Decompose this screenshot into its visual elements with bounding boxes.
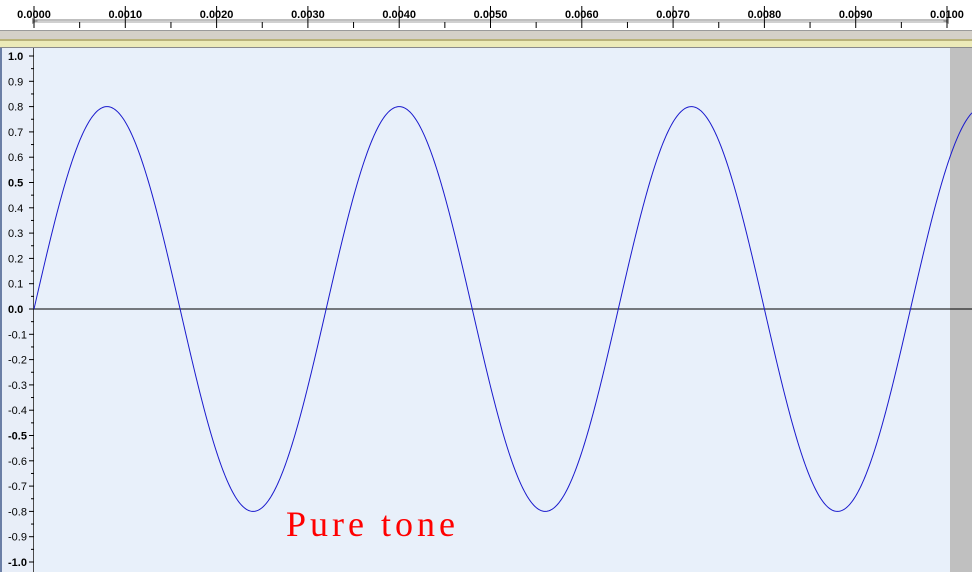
amplitude-tick-label: -0.9	[8, 532, 27, 544]
timeline-tick-label: 0.0100	[930, 9, 964, 21]
timeline-tick-label: 0.0080	[748, 9, 782, 21]
amplitude-tick-label: 0.9	[8, 76, 23, 88]
amplitude-tick-label: 1.0	[8, 51, 23, 63]
amplitude-tick-label: 0.7	[8, 127, 23, 139]
amplitude-tick-label: -0.2	[8, 355, 27, 367]
timeline-tick-label: 0.0010	[108, 9, 142, 21]
amplitude-tick-label: 0.3	[8, 228, 23, 240]
audio-editor: 0.0000 0.0010 0.0020 0.0030 0.0040 0.0050 0.00…	[0, 0, 972, 572]
pure-tone-annotation: Pure tone	[286, 504, 459, 544]
toolbar-gap	[0, 31, 972, 39]
amplitude-tick-label: -0.4	[8, 405, 27, 417]
timeline-tick-label: 0.0020	[200, 9, 234, 21]
amplitude-tick-label: -0.6	[8, 456, 27, 468]
amplitude-tick-label: -0.5	[8, 431, 27, 443]
amplitude-tick-label: 0.1	[8, 279, 23, 291]
timeline-tick-label: 0.0000	[17, 9, 51, 21]
timeline-tick-label: 0.0090	[839, 9, 873, 21]
timeline-tick-label: 0.0060	[565, 9, 599, 21]
amplitude-tick-label: -0.3	[8, 380, 27, 392]
timeline-tick-label: 0.0050	[474, 9, 508, 21]
amplitude-tick-label: 0.4	[8, 203, 23, 215]
audio-track[interactable]: 1.0 0.9 0.8 0.7 0.6 0.5 0.4 0.3 0.2 0.1 0.0 -0.1 -0.…	[0, 48, 972, 572]
amplitude-tick-label: 0.5	[8, 178, 23, 190]
timeline-tick-label: 0.0040	[382, 9, 416, 21]
plot-background	[34, 48, 950, 572]
amplitude-tick-label: 0.6	[8, 152, 23, 164]
amplitude-tick-label: 0.0	[8, 304, 23, 316]
timeline-tick-label: 0.0030	[291, 9, 325, 21]
timeline-ticks: 0.0000 0.0010 0.0020 0.0030 0.0040 0.0050 0.00…	[17, 6, 964, 28]
amplitude-tick-label: 0.8	[8, 102, 23, 114]
amplitude-tick-label: 0.2	[8, 253, 23, 265]
timeline-ruler[interactable]: 0.0000 0.0010 0.0020 0.0030 0.0040 0.0050 0.00…	[0, 0, 972, 31]
amplitude-tick-label: -0.7	[8, 481, 27, 493]
amplitude-tick-label: -0.1	[8, 329, 27, 341]
amplitude-tick-label: -0.8	[8, 506, 27, 518]
track-separator	[0, 39, 972, 48]
waveform-display[interactable]: 1.0 0.9 0.8 0.7 0.6 0.5 0.4 0.3 0.2 0.1 0.0 -0.1 -0.…	[0, 48, 972, 572]
timeline-tick-label: 0.0070	[656, 9, 690, 21]
amplitude-tick-label: -1.0	[8, 557, 27, 569]
beyond-clip-end-region	[950, 48, 972, 572]
